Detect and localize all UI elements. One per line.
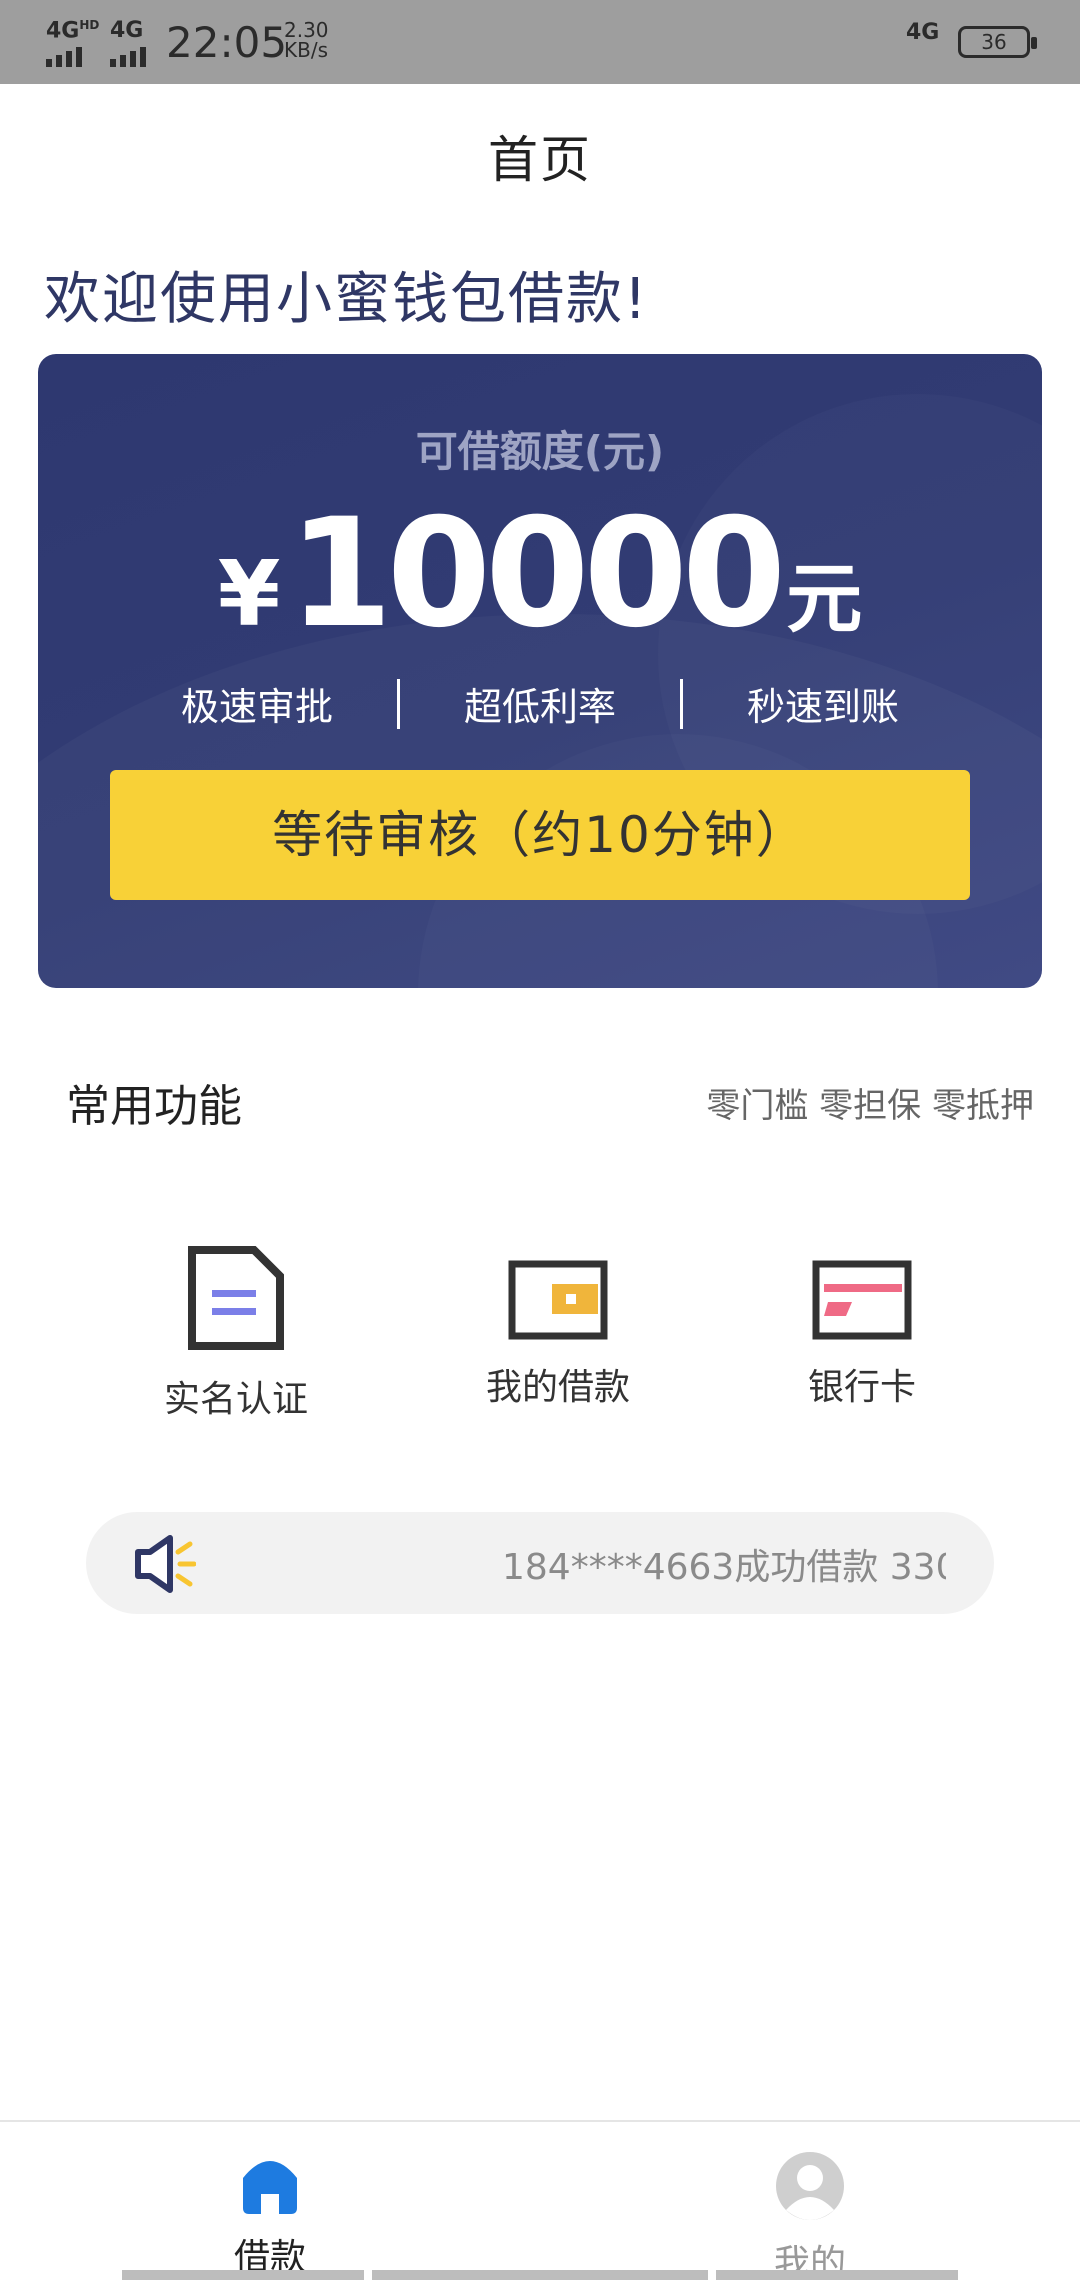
network-type-label: 4G: [110, 18, 144, 43]
navigation-indicator: [372, 2270, 708, 2280]
section-tagline: 零门槛 零担保 零抵押: [706, 1086, 1034, 1126]
function-label: 我的借款: [485, 1367, 630, 1408]
function-my-loans[interactable]: 我的借款: [438, 1260, 678, 1410]
amount-unit: 元: [786, 554, 863, 643]
divider: [397, 678, 400, 729]
battery-level: 36: [981, 30, 1007, 54]
section-title: 常用功能: [66, 1081, 242, 1132]
battery-icon: 36: [958, 26, 1037, 58]
tab-mine[interactable]: 我的: [710, 2150, 910, 2280]
signal-indicator-sim1: 4GHD: [46, 18, 100, 68]
pending-review-button[interactable]: 等待审核（约10分钟）: [110, 770, 970, 900]
navigation-indicator: [122, 2270, 364, 2280]
home-icon: [243, 2161, 297, 2214]
function-label: 银行卡: [807, 1367, 916, 1408]
loan-notice-ticker: 184****4663成功借款 330: [86, 1512, 994, 1614]
app-screen: 4GHD 4G 22:05 2.30 KB/s 4G 36 首页 欢迎使用小蜜钱…: [0, 0, 1080, 2280]
status-bar: 4GHD 4G 22:05 2.30 KB/s 4G 36: [0, 0, 1080, 84]
divider: [680, 678, 683, 729]
clock: 22:05: [166, 18, 288, 67]
network-hd-label: HD: [79, 18, 100, 32]
currency-symbol: ¥: [217, 542, 281, 647]
function-bank-card[interactable]: 银行卡: [742, 1260, 982, 1410]
feature-list: 极速审批 超低利率 秒速到账: [38, 676, 1042, 731]
page-title: 首页: [488, 131, 592, 189]
bank-card-icon: [812, 1260, 912, 1340]
quota-amount: ¥ 10000 元: [38, 494, 1042, 654]
mobile-data-indicator: 4G: [906, 20, 940, 45]
function-label: 实名认证: [163, 1379, 308, 1420]
navigation-indicator: [716, 2270, 958, 2280]
bottom-tab-bar: 借款 我的: [0, 2120, 1080, 2280]
id-document-icon: [188, 1246, 284, 1350]
feature-low-interest: 超低利率: [463, 685, 616, 729]
function-real-name-verification[interactable]: 实名认证: [116, 1246, 356, 1422]
network-type-label: 4G: [46, 18, 80, 44]
notice-text: 184****4663成功借款 330: [502, 1547, 946, 1588]
amount-value: 10000: [288, 487, 786, 661]
signal-bars-icon: [46, 47, 99, 68]
speaker-icon: [135, 1535, 196, 1593]
speed-unit: KB/s: [284, 38, 328, 62]
wallet-icon: [508, 1260, 608, 1340]
loan-quota-card: 可借额度(元) ¥ 10000 元 极速审批 超低利率 秒速到账 等待审核（约1…: [38, 354, 1042, 988]
profile-icon: [776, 2152, 844, 2220]
welcome-message: 欢迎使用小蜜钱包借款!: [44, 267, 649, 332]
network-speed: 2.30 KB/s: [284, 20, 329, 60]
tab-loan[interactable]: 借款: [170, 2150, 370, 2280]
feature-instant-payout: 秒速到账: [746, 685, 899, 729]
signal-bars-icon: [110, 47, 146, 67]
speed-value: 2.30: [284, 18, 329, 42]
feature-fast-approval: 极速审批: [180, 685, 333, 729]
signal-indicator-sim2: 4G: [110, 18, 146, 67]
quota-label: 可借额度(元): [415, 427, 665, 476]
